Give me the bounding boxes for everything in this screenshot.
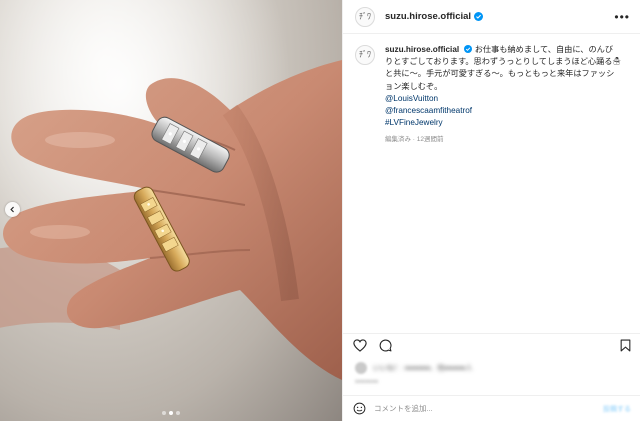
- emoji-button[interactable]: [353, 402, 366, 415]
- header-username[interactable]: suzu.hirose.official: [385, 11, 471, 22]
- likes-text: いいね！: ●●●●●●、他●●●●●人: [373, 365, 473, 372]
- carousel-dot: [162, 411, 166, 415]
- carousel-prev-button[interactable]: [5, 202, 20, 217]
- avatar[interactable]: ﾁﾞﾜ: [355, 6, 375, 27]
- post-sidebar: ﾁﾞﾜ suzu.hirose.official ••• ﾁﾞﾜ suzu.hi…: [342, 0, 640, 421]
- avatar-mark: ﾁﾞﾜ: [359, 11, 371, 21]
- verified-badge-icon: [464, 45, 473, 53]
- like-button[interactable]: [353, 339, 367, 352]
- emoji-icon: [353, 402, 366, 415]
- caption-meta: 編集済み · 12週間前: [385, 136, 444, 144]
- more-horizontal-icon[interactable]: •••: [614, 11, 630, 23]
- bookmark-icon: [620, 339, 631, 352]
- caption-username[interactable]: suzu.hirose.official: [385, 45, 459, 54]
- bookmark-button[interactable]: [620, 339, 631, 352]
- avatar-mark: ﾁﾞﾜ: [359, 50, 371, 59]
- caption-body: suzu.hirose.official お仕事も納めまして、自由に、のんびりと…: [385, 44, 621, 324]
- carousel-dot-active: [169, 411, 173, 415]
- post-comment-button[interactable]: 投稿する: [603, 404, 631, 414]
- heart-icon: [353, 339, 367, 352]
- hashtag-link[interactable]: #LVFineJewelry: [385, 117, 621, 129]
- carousel-indicator: [162, 411, 180, 415]
- comment-input[interactable]: [374, 404, 603, 413]
- carousel-dot: [176, 411, 180, 415]
- likes-row[interactable]: いいね！: ●●●●●●、他●●●●●人: [355, 362, 472, 374]
- liker-avatar: [355, 362, 367, 374]
- comment-icon: [379, 339, 392, 352]
- verified-badge-icon: [474, 12, 484, 21]
- mention-link[interactable]: @LouisVuitton: [385, 93, 621, 105]
- caption-avatar[interactable]: ﾁﾞﾜ: [355, 45, 375, 65]
- action-bar: [343, 333, 640, 357]
- ring-photo-illustration: [0, 0, 342, 421]
- comment-bar: 投稿する: [343, 395, 640, 421]
- comment-button[interactable]: [379, 339, 392, 352]
- post-timestamp: ●●●●●●●: [355, 379, 379, 385]
- post-photo[interactable]: [0, 0, 342, 421]
- mention-link[interactable]: @francescaamfitheatrof: [385, 105, 621, 117]
- chevron-left-icon: [10, 206, 14, 213]
- caption: ﾁﾞﾜ suzu.hirose.official お仕事も納めまして、自由に、の…: [343, 34, 640, 324]
- post-header: ﾁﾞﾜ suzu.hirose.official •••: [343, 0, 640, 34]
